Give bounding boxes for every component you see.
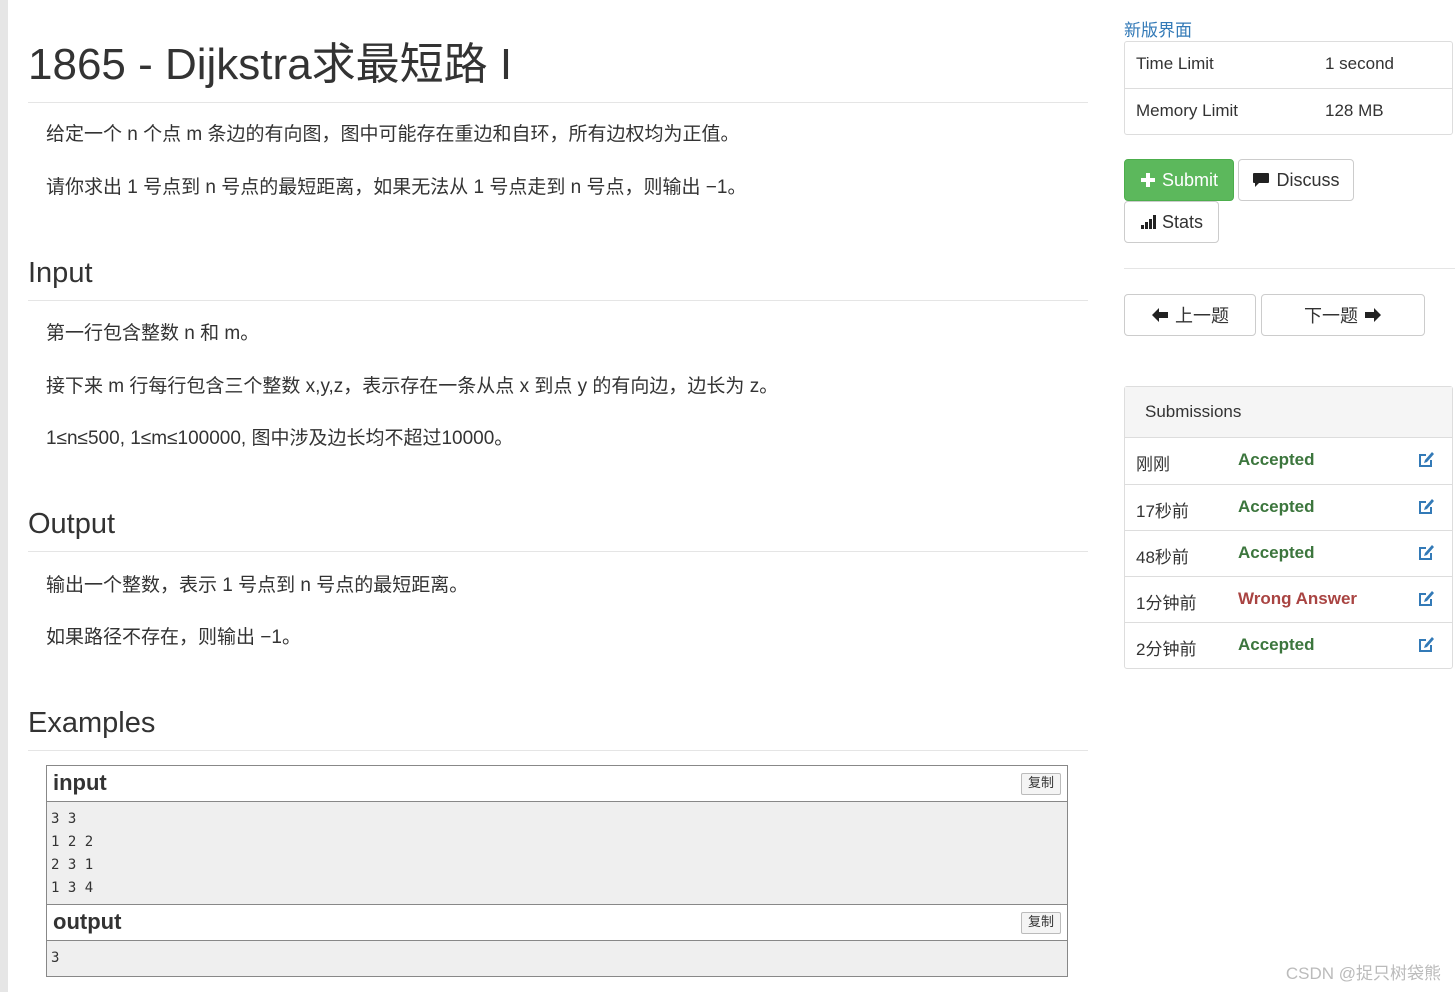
input-para: 接下来 m 行每行包含三个整数 x,y,z，表示存在一条从点 x 到点 y 的有…	[46, 376, 779, 397]
sample-input-box: input 复制 3 3 1 2 2 2 3 1 1 3 4	[46, 765, 1068, 907]
sample-input-header: input 复制	[47, 766, 1067, 802]
prev-problem-button[interactable]: 上一题	[1124, 294, 1256, 336]
submission-status[interactable]: Accepted	[1238, 450, 1315, 470]
submission-row: 48秒前 Accepted	[1125, 530, 1452, 576]
submissions-list: 刚刚 Accepted 17秒前 Accepted 48秒前 Accepted 1分钟前 Wr…	[1125, 438, 1452, 668]
submission-time: 17秒前	[1136, 502, 1189, 521]
input-heading: Input	[28, 256, 1088, 301]
memory-limit-row: Memory Limit 128 MB	[1125, 88, 1452, 134]
edit-icon[interactable]	[1416, 449, 1436, 469]
prev-problem-label: 上一题	[1175, 306, 1229, 326]
sample-input-label: input	[53, 770, 107, 795]
submission-time: 2分钟前	[1136, 640, 1197, 659]
sample-output-text: 3	[51, 950, 60, 966]
left-border	[0, 0, 8, 992]
submission-time: 刚刚	[1136, 455, 1170, 474]
sample-output-box: output 复制 3	[46, 904, 1068, 977]
submission-status[interactable]: Accepted	[1238, 497, 1315, 517]
submission-status[interactable]: Wrong Answer	[1238, 589, 1357, 609]
arrow-left-icon	[1152, 308, 1168, 322]
edit-icon[interactable]	[1416, 542, 1436, 562]
submission-row: 2分钟前 Accepted	[1125, 622, 1452, 668]
submission-row: 刚刚 Accepted	[1125, 438, 1452, 484]
edit-icon[interactable]	[1416, 588, 1436, 608]
submission-row: 1分钟前 Wrong Answer	[1125, 576, 1452, 622]
description-para: 请你求出 1 号点到 n 号点的最短距离，如果无法从 1 号点走到 n 号点，则…	[46, 177, 747, 198]
description-para: 给定一个 n 个点 m 条边的有向图，图中可能存在重边和自环，所有边权均为正值。	[46, 124, 740, 145]
sample-output-header: output 复制	[47, 905, 1067, 941]
sample-input-text: 3 3 1 2 2 2 3 1 1 3 4	[51, 811, 94, 896]
comment-icon	[1253, 173, 1270, 187]
arrow-right-icon	[1365, 308, 1381, 322]
output-para: 如果路径不存在，则输出 −1。	[46, 627, 301, 648]
time-limit-value: 1 second	[1325, 54, 1394, 73]
stats-button[interactable]: Stats	[1124, 201, 1219, 243]
copy-input-button[interactable]: 复制	[1021, 773, 1061, 795]
new-ui-link[interactable]: 新版界面	[1124, 16, 1192, 41]
submit-button[interactable]: Submit	[1124, 159, 1234, 201]
signal-bars-icon	[1140, 215, 1156, 229]
submissions-panel: Submissions 刚刚 Accepted 17秒前 Accepted 48秒前 Ac…	[1124, 386, 1453, 669]
sidebar-divider	[1124, 268, 1455, 269]
next-problem-label: 下一题	[1304, 306, 1358, 326]
problem-main: 1865 - Dijkstra求最短路 I 给定一个 n 个点 m 条边的有向图…	[28, 0, 1088, 977]
sample-output-label: output	[53, 909, 122, 934]
output-para: 输出一个整数，表示 1 号点到 n 号点的最短距离。	[46, 575, 469, 596]
problem-title: 1865 - Dijkstra求最短路 I	[28, 40, 1088, 103]
time-limit-row: Time Limit 1 second	[1125, 42, 1452, 88]
output-heading: Output	[28, 507, 1088, 552]
memory-limit-label: Memory Limit	[1136, 101, 1239, 120]
input-para: 1≤n≤500, 1≤m≤100000, 图中涉及边长均不超过10000。	[46, 428, 514, 449]
discuss-button[interactable]: Discuss	[1238, 159, 1354, 201]
submission-row: 17秒前 Accepted	[1125, 484, 1452, 530]
plus-icon	[1140, 173, 1155, 187]
watermark: CSDN @捉只树袋熊	[1285, 964, 1441, 983]
submit-label: Submit	[1161, 169, 1219, 190]
input-para: 第一行包含整数 n 和 m。	[46, 323, 260, 344]
examples-heading: Examples	[28, 706, 1088, 751]
submission-status[interactable]: Accepted	[1238, 635, 1315, 655]
time-limit-label: Time Limit	[1136, 54, 1214, 73]
copy-output-button[interactable]: 复制	[1021, 912, 1061, 934]
submission-time: 48秒前	[1136, 548, 1189, 567]
edit-icon[interactable]	[1416, 496, 1436, 516]
edit-icon[interactable]	[1416, 634, 1436, 654]
next-problem-button[interactable]: 下一题	[1261, 294, 1425, 336]
discuss-label: Discuss	[1276, 169, 1340, 190]
stats-label: Stats	[1161, 211, 1204, 232]
limits-table: Time Limit 1 second Memory Limit 128 MB	[1124, 41, 1453, 135]
submission-time: 1分钟前	[1136, 594, 1197, 613]
submission-status[interactable]: Accepted	[1238, 543, 1315, 563]
memory-limit-value: 128 MB	[1325, 101, 1384, 120]
submissions-heading: Submissions	[1125, 387, 1452, 438]
